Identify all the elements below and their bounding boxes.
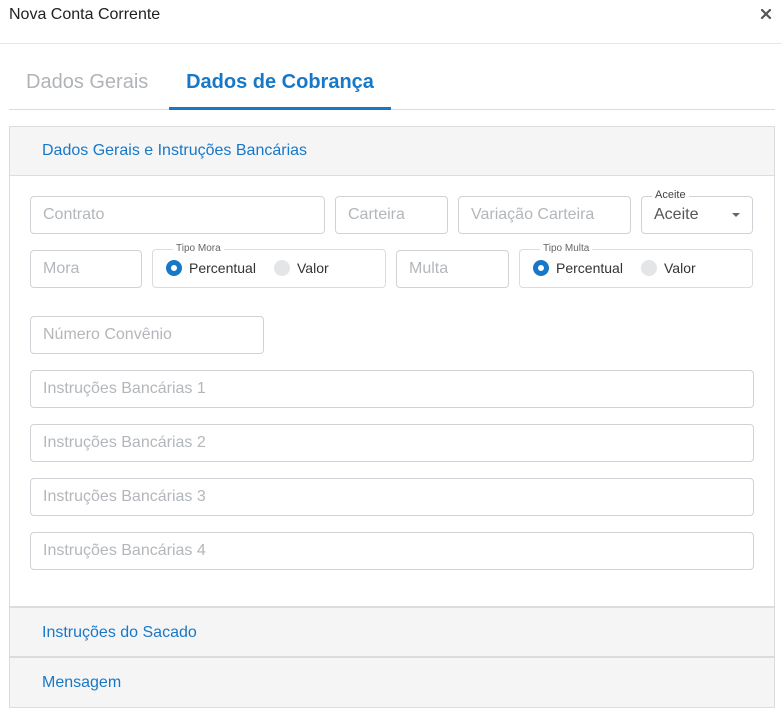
- tipo-mora-label: Tipo Mora: [173, 243, 224, 254]
- tipo-multa-valor-option[interactable]: Valor: [641, 260, 696, 276]
- instrucoes-bancarias-3-field[interactable]: [30, 478, 754, 516]
- instrucoes-bancarias-2-field[interactable]: [30, 424, 754, 462]
- carteira-field[interactable]: [335, 196, 448, 234]
- tipo-multa-label: Tipo Multa: [540, 243, 593, 254]
- instrucoes-bancarias-1-field[interactable]: [30, 370, 754, 408]
- chevron-down-icon: [732, 213, 740, 217]
- dialog-header: Nova Conta Corrente: [0, 0, 782, 44]
- instrucoes-bancarias-1-input[interactable]: [31, 371, 753, 407]
- section-mensagem[interactable]: Mensagem: [9, 657, 775, 708]
- radio-unselected-icon[interactable]: [641, 260, 657, 276]
- tab-dados-cobranca[interactable]: Dados de Cobrança: [169, 71, 391, 110]
- tipo-multa-percentual-option[interactable]: Percentual: [533, 260, 623, 276]
- radio-label: Valor: [297, 260, 329, 276]
- numero-convenio-field[interactable]: [30, 316, 264, 354]
- instrucoes-bancarias-3-input[interactable]: [31, 479, 753, 515]
- numero-convenio-input[interactable]: [31, 317, 263, 353]
- radio-selected-icon[interactable]: [166, 260, 182, 276]
- tipo-mora-percentual-option[interactable]: Percentual: [166, 260, 256, 276]
- multa-field[interactable]: [396, 250, 509, 288]
- radio-selected-icon[interactable]: [533, 260, 549, 276]
- section-header-instrucoes-sacado[interactable]: Instruções do Sacado: [10, 608, 774, 658]
- radio-label: Valor: [664, 260, 696, 276]
- contrato-input[interactable]: [31, 197, 324, 233]
- tab-bar: Dados Gerais Dados de Cobrança: [9, 44, 775, 110]
- section-header-dados-gerais-instrucoes[interactable]: Dados Gerais e Instruções Bancárias: [10, 127, 774, 176]
- section-instrucoes-sacado[interactable]: Instruções do Sacado: [9, 607, 775, 657]
- carteira-input[interactable]: [336, 197, 447, 233]
- variacao-carteira-input[interactable]: [459, 197, 630, 233]
- section-header-mensagem[interactable]: Mensagem: [10, 658, 774, 708]
- close-icon[interactable]: [759, 7, 773, 21]
- dialog-title: Nova Conta Corrente: [9, 6, 161, 23]
- multa-input[interactable]: [397, 251, 508, 287]
- aceite-select[interactable]: Aceite Aceite: [641, 189, 753, 234]
- mora-input[interactable]: [31, 251, 141, 287]
- variacao-carteira-field[interactable]: [458, 196, 631, 234]
- instrucoes-bancarias-4-input[interactable]: [31, 533, 753, 569]
- radio-label: Percentual: [556, 260, 623, 276]
- tipo-mora-valor-option[interactable]: Valor: [274, 260, 329, 276]
- mora-field[interactable]: [30, 250, 142, 288]
- instrucoes-bancarias-2-input[interactable]: [31, 425, 753, 461]
- instrucoes-bancarias-4-field[interactable]: [30, 532, 754, 570]
- contrato-field[interactable]: [30, 196, 325, 234]
- aceite-value: Aceite: [654, 206, 699, 223]
- tipo-multa-group: Tipo Multa Percentual Valor: [519, 243, 753, 288]
- radio-label: Percentual: [189, 260, 256, 276]
- tab-dados-gerais[interactable]: Dados Gerais: [26, 71, 148, 110]
- radio-unselected-icon[interactable]: [274, 260, 290, 276]
- tipo-mora-group: Tipo Mora Percentual Valor: [152, 243, 386, 288]
- aceite-label: Aceite: [652, 189, 689, 201]
